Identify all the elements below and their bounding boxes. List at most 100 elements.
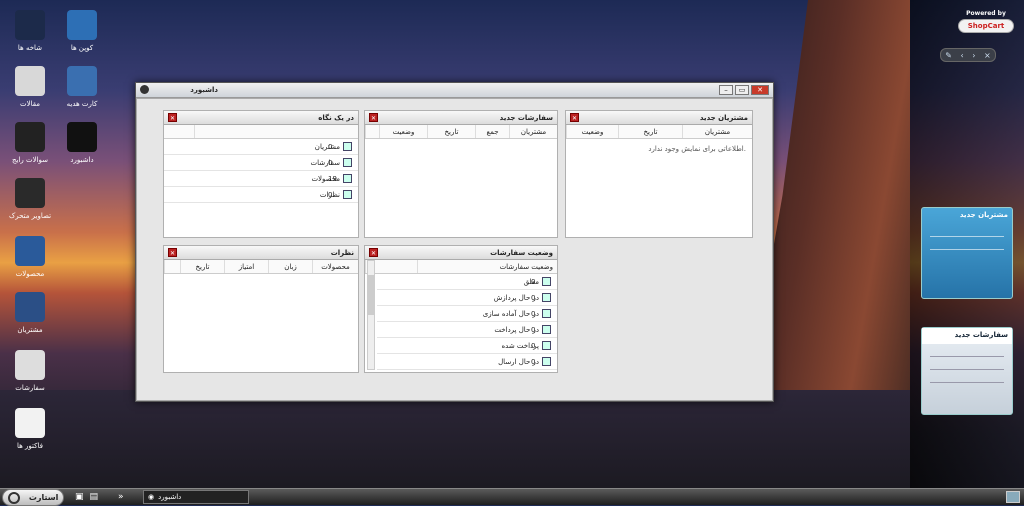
list-item[interactable]: 0 نظرات <box>164 187 358 203</box>
window-title: داشبورد <box>190 86 218 94</box>
start-button[interactable]: استارت <box>2 489 64 506</box>
settings-icon[interactable]: ✎ <box>945 51 952 60</box>
panel-at-a-glance: ✕ در یک نگاه 0 مشتریان 0 سفارشات 19 محصولات 0 نظ… <box>163 110 359 238</box>
taskbar-item-dashboard[interactable]: ◉ داشبورد <box>143 490 249 504</box>
next-icon[interactable]: › <box>972 51 975 60</box>
row-label: محصولات <box>311 174 340 183</box>
quick-launch: ▣ ▤ » <box>75 492 124 502</box>
panel-reviews: ✕ نظرات محصولات زبان امتیاز تاریخ <box>163 245 359 373</box>
close-icon[interactable]: ✕ <box>168 113 177 122</box>
row-icon <box>542 341 551 350</box>
divider <box>930 236 1004 237</box>
desktop-icon-4[interactable]: سوالات رایج <box>2 122 58 164</box>
list-item[interactable]: 0 پرداخت شده <box>377 338 557 354</box>
col-header[interactable]: جمع <box>475 125 509 138</box>
desktop-icon-8[interactable]: مشتریان <box>2 292 58 334</box>
gadget-title: سفارشات جدید <box>922 328 1012 344</box>
row-icon <box>343 158 352 167</box>
desktop-icon-label: داشبورد <box>70 156 94 164</box>
tray-icon[interactable] <box>1006 491 1020 503</box>
close-icon[interactable]: ✕ <box>369 248 378 257</box>
desktop-icon-label: تصاویر متحرک <box>8 212 52 220</box>
list-item[interactable]: 0 معلق <box>377 274 557 290</box>
col-header[interactable]: وضعیت سفارشات <box>417 260 557 273</box>
sidebar-tools[interactable]: ✎ ‹ › × <box>940 48 996 62</box>
desktop-icon-0[interactable]: شاخه ها <box>2 10 58 52</box>
list-item[interactable]: 0 در حال پرداخت <box>377 322 557 338</box>
powered-by-label: Powered by <box>966 10 1006 17</box>
row-label: نظرات <box>319 190 340 199</box>
row-label: مشتریان <box>314 142 340 151</box>
window-titlebar[interactable]: داشبورد – ▭ ✕ <box>136 83 773 98</box>
expand-icon[interactable]: » <box>118 492 124 502</box>
minimize-button[interactable]: – <box>719 85 733 95</box>
prev-icon[interactable]: ‹ <box>961 51 964 60</box>
divider <box>930 356 1004 357</box>
list-item[interactable]: 0 در حال ارسال <box>377 354 557 370</box>
notepad-icon <box>15 350 45 380</box>
close-icon[interactable]: × <box>984 51 991 60</box>
close-icon[interactable]: ✕ <box>168 248 177 257</box>
col-header[interactable]: تاریخ <box>618 125 682 138</box>
desktop-icon-label: مقالات <box>19 100 40 108</box>
list-item[interactable]: 0 سفارشات <box>164 155 358 171</box>
invoice-icon <box>15 408 45 438</box>
col-header[interactable]: وضعیت <box>566 125 618 138</box>
gadget-new-customers[interactable]: مشتریان جدید <box>921 207 1013 299</box>
clapper-icon <box>15 178 45 208</box>
taskbar: استارت ▣ ▤ » ◉ داشبورد <box>0 488 1024 506</box>
desktop-icon[interactable]: ▣ <box>75 492 84 502</box>
empty-message: اطلاعاتی برای نمایش وجود ندارد. <box>648 145 746 153</box>
list-item[interactable]: 0 در حال پردازش <box>377 290 557 306</box>
list-item[interactable]: 0 در حال آماده سازی <box>377 306 557 322</box>
col-header[interactable]: وضعیت <box>379 125 427 138</box>
col-header[interactable]: امتیاز <box>224 260 268 273</box>
row-icon <box>542 309 551 318</box>
desktop-icon-7[interactable]: محصولات <box>2 236 58 278</box>
col-header[interactable]: مشتریان <box>682 125 752 138</box>
desktop-icon-3[interactable]: کارت هدیه <box>54 66 110 108</box>
desktop-icon-2[interactable]: مقالات <box>2 66 58 108</box>
row-icon <box>542 277 551 286</box>
row-label: در حال ارسال <box>498 357 539 366</box>
maximize-button[interactable]: ▭ <box>735 85 749 95</box>
desktop-icon-label: محصولات <box>15 270 45 278</box>
question-icon <box>15 122 45 152</box>
list-item[interactable]: 19 محصولات <box>164 171 358 187</box>
window-body: ✕ در یک نگاه 0 مشتریان 0 سفارشات 19 محصولات 0 نظ… <box>136 98 773 401</box>
desktop-icon-label: سفارشات <box>15 384 45 392</box>
list-item[interactable]: 0 مشتریان <box>164 139 358 155</box>
gadget-new-orders[interactable]: سفارشات جدید <box>921 327 1013 415</box>
close-icon[interactable]: ✕ <box>369 113 378 122</box>
desktop-icon-label: کوپن ها <box>70 44 94 52</box>
col-header[interactable]: تاریخ <box>180 260 224 273</box>
row-icon <box>542 357 551 366</box>
col-header[interactable]: زبان <box>268 260 312 273</box>
panel-new-orders: ✕ سفارشات جدید مشتریان جمع تاریخ وضعیت <box>364 110 558 238</box>
col-header[interactable]: مشتریان <box>509 125 557 138</box>
col-header[interactable]: تاریخ <box>427 125 475 138</box>
desktop-icon-1[interactable]: کوپن ها <box>54 10 110 52</box>
brand-logo[interactable]: ShopCart <box>958 19 1014 33</box>
col-header[interactable]: محصولات <box>312 260 358 273</box>
close-button[interactable]: ✕ <box>751 85 769 95</box>
desktop-icon-5[interactable]: داشبورد <box>54 122 110 164</box>
panel-title: وضعیت سفارشات <box>490 249 553 257</box>
dashboard-icon: ◉ <box>148 493 155 501</box>
row-icon <box>542 293 551 302</box>
gadget-title: مشتریان جدید <box>959 211 1008 219</box>
row-label: در حال پرداخت <box>494 325 539 334</box>
row-icon <box>343 190 352 199</box>
desktop-icon-6[interactable]: تصاویر متحرک <box>2 178 58 220</box>
close-icon[interactable]: ✕ <box>570 113 579 122</box>
desktop-icon-9[interactable]: سفارشات <box>2 350 58 392</box>
window-switch-icon[interactable]: ▤ <box>90 492 99 502</box>
desktop-icon-10[interactable]: فاکتور ها <box>2 408 58 450</box>
dashboard-window[interactable]: داشبورد – ▭ ✕ ✕ در یک نگاه 0 مشتریان 0 سفارش… <box>135 82 774 402</box>
background-sea <box>0 390 910 488</box>
scrollbar-thumb[interactable] <box>368 275 374 315</box>
panel-title: نظرات <box>330 249 354 257</box>
row-label: معلق <box>523 277 539 286</box>
task-label: داشبورد <box>158 493 182 501</box>
scrollbar[interactable] <box>367 260 375 370</box>
